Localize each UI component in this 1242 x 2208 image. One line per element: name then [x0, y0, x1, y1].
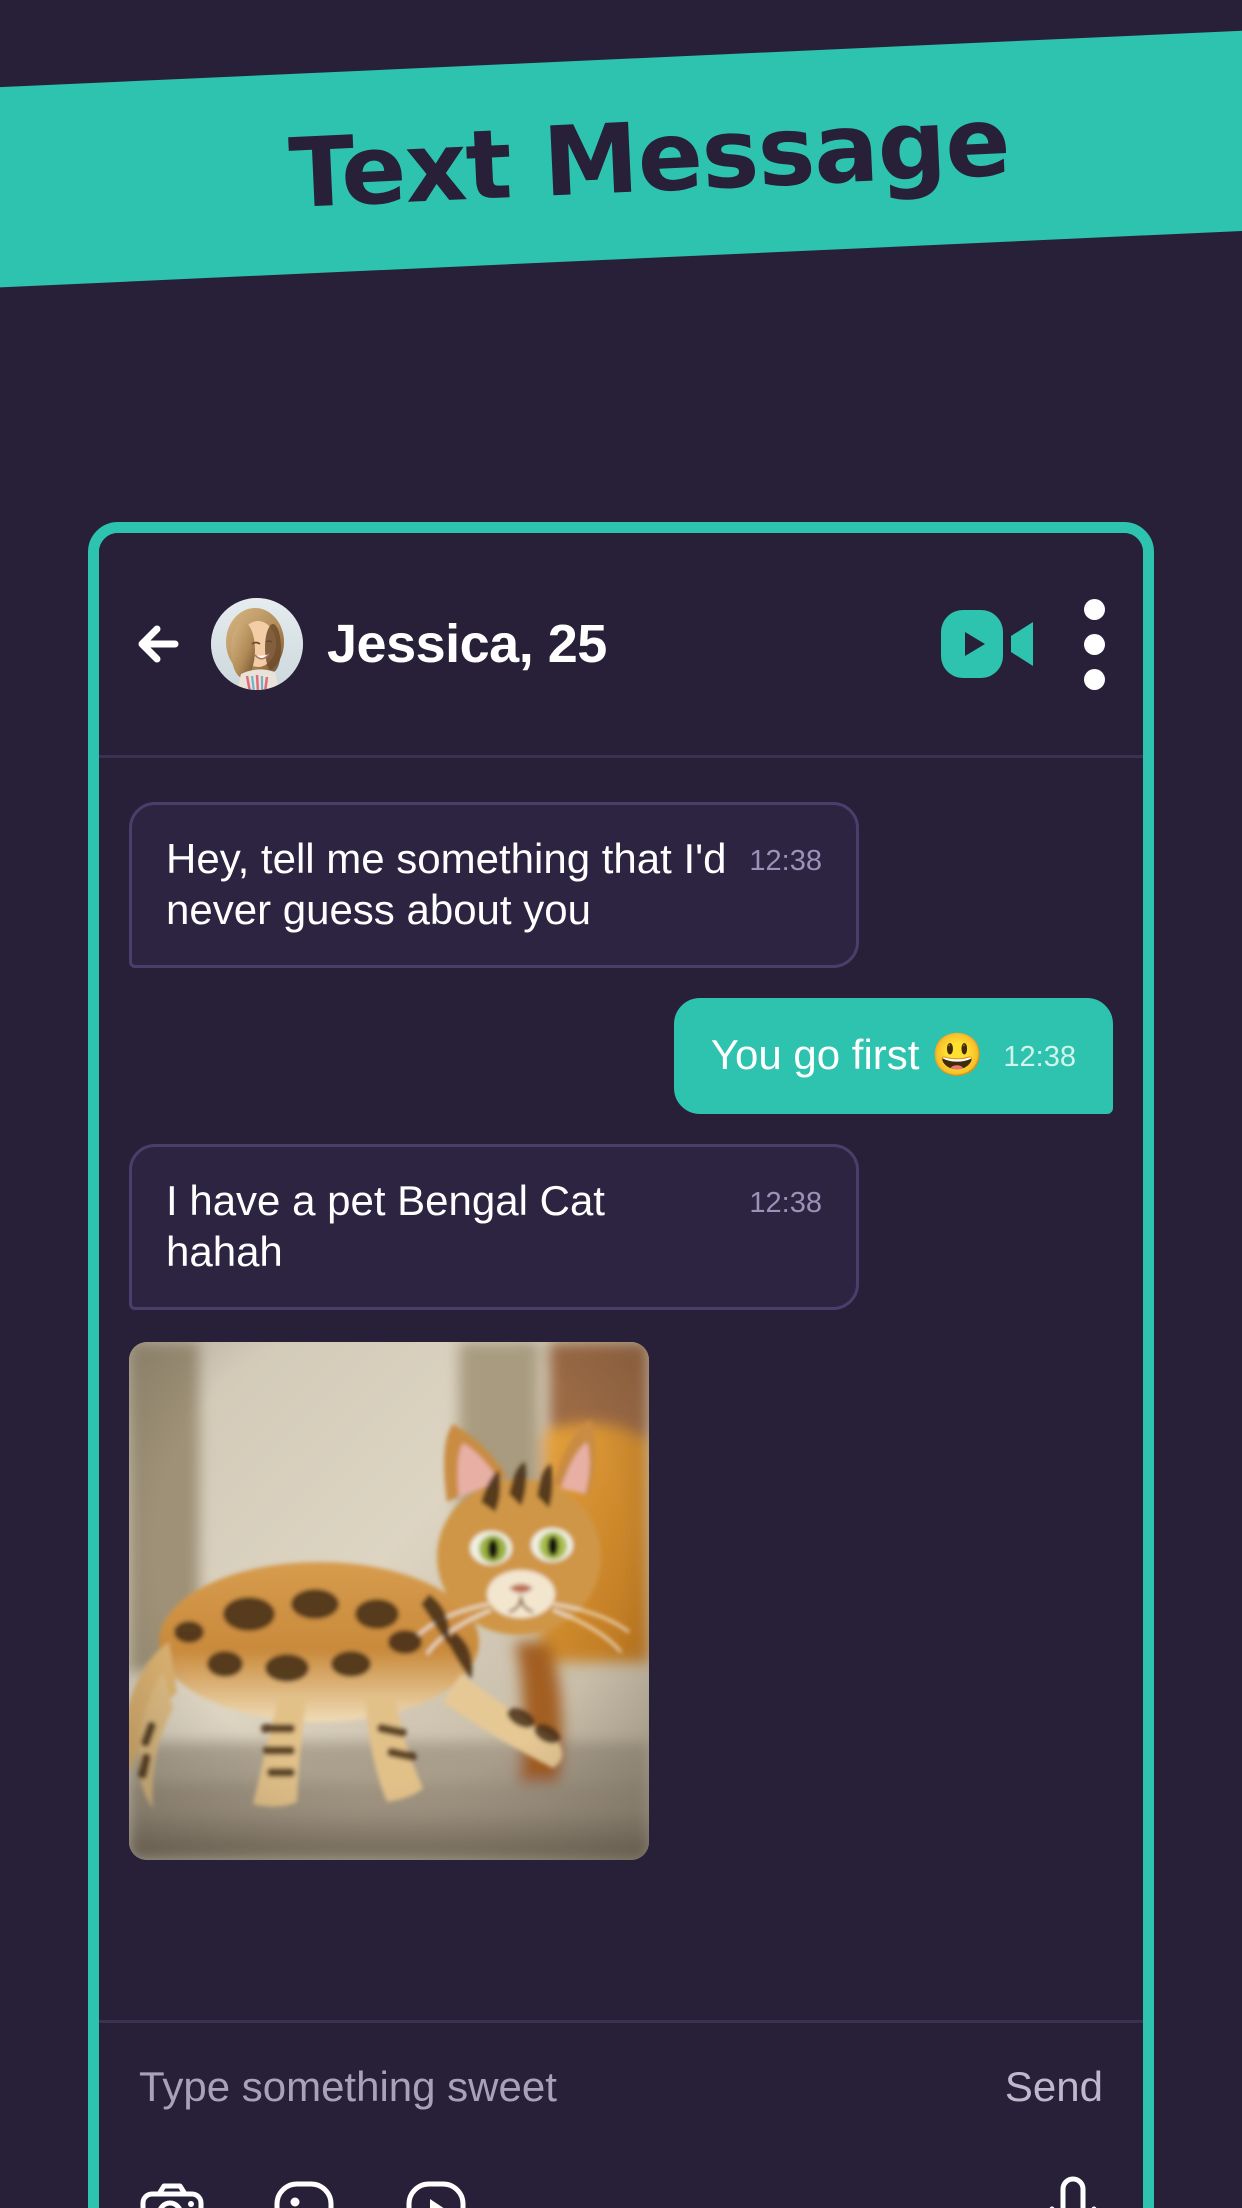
- bengal-cat-photo[interactable]: [129, 1342, 649, 1861]
- screenshot-root: Text Message Jessica, 25 12:38 Hey, tell…: [0, 0, 1242, 2208]
- chat-header: Jessica, 25: [99, 533, 1143, 758]
- attachment-row: [139, 2151, 1103, 2208]
- microphone-icon[interactable]: [1043, 2175, 1103, 2208]
- message-list: 12:38 Hey, tell me something that I'd ne…: [99, 758, 1143, 2020]
- input-row: Send: [139, 2023, 1103, 2151]
- camera-icon[interactable]: [139, 2178, 205, 2208]
- contact-name: Jessica, 25: [327, 614, 607, 674]
- back-arrow-icon[interactable]: [131, 613, 193, 675]
- message-input[interactable]: [139, 2063, 975, 2111]
- message-text: Hey, tell me something that I'd never gu…: [166, 835, 727, 934]
- avatar[interactable]: [211, 598, 303, 690]
- page-banner: Text Message: [0, 27, 1242, 290]
- message-row: 12:38 I have a pet Bengal Cat hahah: [129, 1143, 1113, 1311]
- menu-dot: [1083, 668, 1105, 690]
- input-bar: Send: [99, 2020, 1143, 2208]
- message-timestamp: 12:38: [749, 845, 822, 877]
- banner-title: Text Message: [286, 85, 1012, 231]
- video-icon[interactable]: [403, 2178, 469, 2208]
- message-timestamp: 12:38: [1003, 1041, 1076, 1074]
- message-bubble-incoming[interactable]: 12:38 I have a pet Bengal Cat hahah: [129, 1143, 859, 1311]
- message-row: 12:38 Hey, tell me something that I'd ne…: [129, 802, 1113, 969]
- message-bubble-incoming[interactable]: 12:38 Hey, tell me something that I'd ne…: [129, 802, 859, 969]
- gallery-icon[interactable]: [271, 2178, 337, 2208]
- message-row: 12:38 You go first 😃: [129, 998, 1113, 1114]
- overflow-menu-icon[interactable]: [1083, 598, 1105, 690]
- message-text: I have a pet Bengal Cat hahah: [166, 1176, 605, 1275]
- message-timestamp: 12:38: [749, 1186, 822, 1219]
- menu-dot: [1083, 598, 1105, 620]
- send-button[interactable]: Send: [975, 2063, 1103, 2111]
- video-call-icon[interactable]: [941, 610, 1033, 678]
- phone-frame: Jessica, 25 12:38 Hey, tell me something…: [88, 522, 1154, 2208]
- menu-dot: [1083, 633, 1105, 655]
- message-text: You go first 😃: [710, 1031, 984, 1079]
- chat-screen: Jessica, 25 12:38 Hey, tell me something…: [99, 533, 1143, 2208]
- message-bubble-outgoing[interactable]: 12:38 You go first 😃: [673, 998, 1113, 1114]
- message-row: [129, 1342, 1113, 1861]
